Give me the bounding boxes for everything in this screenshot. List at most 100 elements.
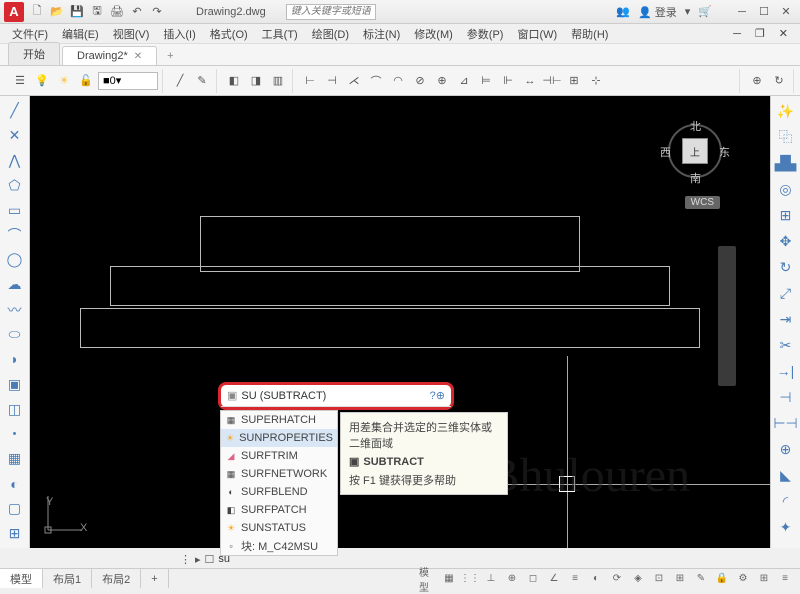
menu-format[interactable]: 格式(O) xyxy=(204,24,254,44)
menu-modify[interactable]: 修改(M) xyxy=(408,24,459,44)
stretch-icon[interactable]: ⇥ xyxy=(775,308,797,330)
arc-icon[interactable]: ⌒ xyxy=(4,224,26,245)
tab-add-button[interactable]: + xyxy=(159,47,181,65)
status-model-button[interactable]: 模型 xyxy=(419,571,437,587)
line-icon[interactable]: ╱ xyxy=(4,100,26,121)
dim-baseline-icon[interactable]: ⊨ xyxy=(476,71,496,91)
explode-icon[interactable]: ✦ xyxy=(775,516,797,538)
dim-break-icon[interactable]: ⊣⊢ xyxy=(542,71,562,91)
dim-space-icon[interactable]: ↔ xyxy=(520,71,540,91)
viewcube-top[interactable]: 上 xyxy=(682,138,708,164)
new-icon[interactable]: 🗋 xyxy=(28,3,46,21)
xline-icon[interactable]: ✕ xyxy=(4,125,26,146)
layer-iso-icon[interactable]: ◧ xyxy=(224,71,244,91)
gradient-icon[interactable]: ◐ xyxy=(4,473,26,494)
viewcube[interactable]: 上 北 南 东 西 xyxy=(660,116,730,186)
insert-icon[interactable]: ▣ xyxy=(4,374,26,395)
line-tool-icon[interactable]: ╱ xyxy=(170,71,190,91)
viewcube-south[interactable]: 南 xyxy=(690,170,701,186)
chamfer-icon[interactable]: ◣ xyxy=(775,464,797,486)
workspace-icon[interactable]: ⊞ xyxy=(755,571,773,587)
props-icon[interactable]: ✎ xyxy=(692,571,710,587)
plot-icon[interactable]: 🖨 xyxy=(108,3,126,21)
layout-tab-2[interactable]: 布局2 xyxy=(92,569,141,588)
ellipse-arc-icon[interactable]: ◗ xyxy=(4,349,26,370)
cart-icon[interactable]: 🛒 xyxy=(698,5,712,18)
polygon-icon[interactable]: ⬠ xyxy=(4,175,26,196)
break-at-icon[interactable]: ⊣ xyxy=(775,386,797,408)
suggestion-item[interactable]: ▦SURFNETWORK xyxy=(221,465,337,483)
dim-arc-icon[interactable]: ⌒ xyxy=(366,71,386,91)
dim-jog-icon[interactable]: ⊿ xyxy=(454,71,474,91)
center-mark-icon[interactable]: ⊹ xyxy=(586,71,606,91)
tab-start[interactable]: 开始 xyxy=(8,42,60,65)
cycling-icon[interactable]: ⟳ xyxy=(608,571,626,587)
menu-dimension[interactable]: 标注(N) xyxy=(357,24,406,44)
dim-continue-icon[interactable]: ⊩ xyxy=(498,71,518,91)
polyline-icon[interactable]: ⋀ xyxy=(4,150,26,171)
menu-edit[interactable]: 编辑(E) xyxy=(56,24,105,44)
tab-drawing2[interactable]: Drawing2*✕ xyxy=(62,46,157,65)
doc-restore-button[interactable]: ❐ xyxy=(749,25,771,42)
layer-combo[interactable]: ■ 0 ▾ xyxy=(98,72,158,90)
brush-icon[interactable]: ✎ xyxy=(192,71,212,91)
tolerance-icon[interactable]: ⊞ xyxy=(564,71,584,91)
spline-icon[interactable]: 〰 xyxy=(4,299,26,320)
suggestion-item[interactable]: ◧SURFPATCH xyxy=(221,501,337,519)
open-icon[interactable]: 📂 xyxy=(48,3,66,21)
customize-icon[interactable]: ≡ xyxy=(776,571,794,587)
doc-close-button[interactable]: ✕ xyxy=(773,25,794,42)
move-icon[interactable]: ✥ xyxy=(775,230,797,252)
menu-file[interactable]: 文件(F) xyxy=(6,24,54,44)
layer-on-icon[interactable]: 💡 xyxy=(32,71,52,91)
help-search-input[interactable] xyxy=(286,4,376,20)
wand-icon[interactable]: ✨ xyxy=(775,100,797,122)
circle-icon[interactable]: ◯ xyxy=(4,249,26,270)
app-icon[interactable]: A xyxy=(4,2,24,22)
trim-icon[interactable]: ✂ xyxy=(775,334,797,356)
rectangle-icon[interactable]: ▭ xyxy=(4,200,26,221)
lineweight-icon[interactable]: ≡ xyxy=(566,571,584,587)
grid-icon[interactable]: ▦ xyxy=(440,571,458,587)
menu-tools[interactable]: 工具(T) xyxy=(256,24,304,44)
commandline-handle-icon[interactable]: ⋮ xyxy=(180,553,191,566)
scale-icon[interactable]: 🔒 xyxy=(713,571,731,587)
navigation-bar[interactable] xyxy=(718,246,736,386)
layer-off-icon[interactable]: ▥ xyxy=(268,71,288,91)
dyninput-icon[interactable]: ⊞ xyxy=(671,571,689,587)
osnap-icon[interactable]: ◻ xyxy=(524,571,542,587)
redo-icon[interactable]: ↷ xyxy=(148,3,166,21)
mirror-icon[interactable]: ▟▙ xyxy=(775,152,797,174)
tab-close-icon[interactable]: ✕ xyxy=(134,51,142,62)
undo-icon[interactable]: ↶ xyxy=(128,3,146,21)
extend-icon[interactable]: →| xyxy=(775,360,797,382)
snap-icon[interactable]: ⋮⋮ xyxy=(461,571,479,587)
saveas-icon[interactable]: 🖫 xyxy=(88,3,106,21)
doc-minimize-button[interactable]: ─ xyxy=(727,26,747,42)
region-icon[interactable]: ▢ xyxy=(4,498,26,519)
hatch-icon[interactable]: ▦ xyxy=(4,448,26,469)
close-button[interactable]: ✕ xyxy=(776,4,796,20)
layer-lock-icon[interactable]: 🔓 xyxy=(76,71,96,91)
layout-tab-1[interactable]: 布局1 xyxy=(43,569,92,588)
transparency-icon[interactable]: ◐ xyxy=(587,571,605,587)
wcs-badge[interactable]: WCS xyxy=(685,196,720,209)
layout-tab-model[interactable]: 模型 xyxy=(0,569,43,588)
dynamic-ucs-icon[interactable]: ⊡ xyxy=(650,571,668,587)
scale-icon[interactable]: ⤢ xyxy=(775,282,797,304)
point-icon[interactable]: ・ xyxy=(4,424,26,445)
search-icon[interactable]: ⊕ xyxy=(436,389,445,402)
revcloud-icon[interactable]: ☁ xyxy=(4,274,26,295)
dim-aligned-icon[interactable]: ⊣ xyxy=(322,71,342,91)
copy-icon[interactable]: ⿻ xyxy=(775,126,797,148)
rotate-icon[interactable]: ↻ xyxy=(775,256,797,278)
menu-draw[interactable]: 绘图(D) xyxy=(306,24,355,44)
menu-help[interactable]: 帮助(H) xyxy=(565,24,614,44)
layer-props-icon[interactable]: ☰ xyxy=(10,71,30,91)
menu-insert[interactable]: 插入(I) xyxy=(157,24,201,44)
maximize-button[interactable]: ☐ xyxy=(754,4,774,20)
exchange-icon[interactable]: ▾ xyxy=(685,5,691,18)
offset-icon[interactable]: ◎ xyxy=(775,178,797,200)
layer-freeze-icon[interactable]: ☀ xyxy=(54,71,74,91)
break-icon[interactable]: ⊢⊣ xyxy=(775,412,797,434)
